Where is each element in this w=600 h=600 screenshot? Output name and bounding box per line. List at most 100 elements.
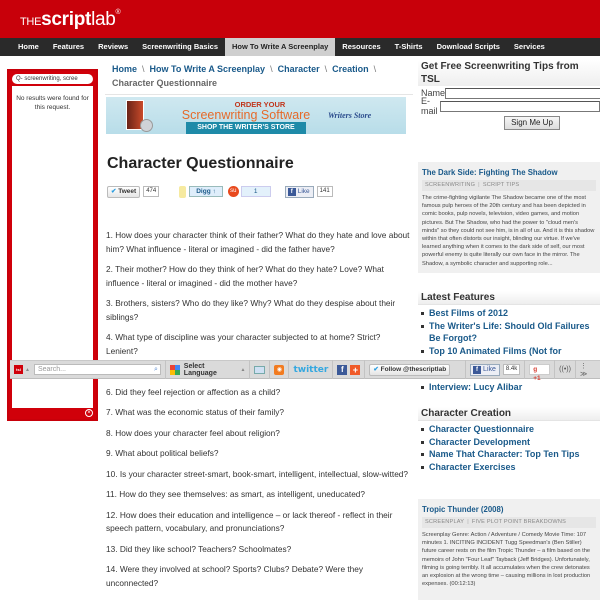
card-excerpt: Screenplay Genre: Action / Adventure / C…: [422, 532, 591, 588]
tsl-logo-icon: tsl: [14, 365, 23, 374]
latest-feature-link[interactable]: The Writer's Life: Should Old Failures B…: [418, 320, 600, 345]
rss-button[interactable]: ◉: [270, 360, 290, 379]
email-field[interactable]: [440, 100, 600, 112]
page-title: Character Questionnaire: [107, 155, 294, 172]
latest-features-heading: Latest Features: [418, 291, 600, 305]
facebook-icon: f: [337, 364, 348, 375]
breadcrumb-home[interactable]: Home: [112, 64, 137, 74]
stumbleupon-count: 1: [240, 186, 271, 197]
no-results-message: No results were found for this request.: [16, 95, 89, 111]
broadcast-button[interactable]: ((•)): [555, 360, 576, 379]
digg-button[interactable]: Digg ↑: [189, 186, 223, 197]
character-creation-link[interactable]: Character Questionnaire: [418, 423, 600, 436]
tag-separator: |: [478, 182, 480, 188]
logo-script: script: [41, 9, 92, 30]
facebook-like-button[interactable]: f Like: [470, 363, 500, 376]
language-selector[interactable]: Select Language ▲: [166, 360, 251, 379]
writers-store-banner[interactable]: ORDER YOUR Screenwriting Software SHOP T…: [106, 97, 406, 134]
widget-search-input[interactable]: Q- screenwriting, scree: [12, 74, 93, 84]
question: 9. What about political beliefs?: [106, 448, 219, 458]
featured-breakdown-card: Tropic Thunder (2008) SCREENPLAY | FIVE PL…: [418, 499, 600, 600]
search-placeholder: Search...: [37, 366, 66, 373]
toolbar-search-input[interactable]: Search... ⌕: [33, 364, 161, 375]
digg-tab-icon: [179, 185, 187, 198]
breadcrumb-separator: \: [270, 64, 273, 74]
nav-download-scripts[interactable]: Download Scripts: [430, 38, 507, 56]
close-icon[interactable]: ×: [85, 409, 93, 417]
follow-label: Follow @thescriptlab: [380, 365, 447, 373]
breadcrumb-how-to-write[interactable]: How To Write A Screenplay: [150, 64, 266, 74]
google-plus-icon: g: [533, 366, 538, 373]
card-title[interactable]: The Dark Side: Fighting The Shadow: [422, 167, 596, 178]
sign-me-up-button[interactable]: Sign Me Up: [504, 116, 560, 130]
shop-store-button[interactable]: SHOP THE WRITER'S STORE: [186, 122, 306, 134]
latest-feature-link[interactable]: Top 10 Animated Films (Not for: [418, 345, 600, 358]
breadcrumb-character[interactable]: Character: [278, 64, 320, 74]
character-creation-link[interactable]: Character Exercises: [418, 461, 600, 474]
rss-icon: ◉: [274, 364, 285, 375]
card-tags: SCREENWRITING | SCRIPT TIPS: [422, 180, 596, 191]
tweet-count: 474: [143, 186, 160, 197]
google-plus-button[interactable]: g +1: [529, 364, 551, 382]
email-button[interactable]: [250, 360, 271, 379]
follow-button[interactable]: ✔ Follow @thescriptlab: [369, 363, 451, 376]
facebook-like-button[interactable]: f Like: [284, 185, 314, 198]
nav-home[interactable]: Home: [11, 38, 46, 56]
nav-reviews[interactable]: Reviews: [91, 38, 135, 56]
question: 11. How do they see themselves: as smart…: [106, 489, 366, 499]
facebook-icon: f: [473, 365, 482, 374]
nav-screenwriting-basics[interactable]: Screenwriting Basics: [135, 38, 225, 56]
gplus-segment: g +1: [525, 360, 556, 382]
nav-tshirts[interactable]: T-Shirts: [388, 38, 430, 56]
logo-the: THE: [20, 16, 42, 28]
breadcrumb-creation[interactable]: Creation: [332, 64, 369, 74]
question: 6. Did they feel rejection or affection …: [106, 386, 281, 397]
tag-separator: |: [467, 519, 469, 525]
question: 10. Is your character street-smart, book…: [106, 468, 409, 479]
twitter-bird-icon: ✔: [111, 187, 117, 195]
card-title[interactable]: Tropic Thunder (2008): [422, 504, 596, 515]
latest-feature-link[interactable]: Best Films of 2012: [418, 307, 600, 320]
question: 14. Were they involved at school? Sports…: [106, 564, 364, 588]
like-count: 8.4k: [502, 364, 521, 375]
stumbleupon-icon[interactable]: su: [227, 186, 239, 197]
character-creation-link[interactable]: Name That Character: Top Ten Tips: [418, 448, 600, 461]
card-tags: SCREENPLAY | FIVE PLOT POINT BREAKDOWNS: [422, 517, 596, 528]
tag-link[interactable]: SCREENWRITING: [425, 182, 475, 188]
tag-link[interactable]: SCRIPT TIPS: [483, 182, 520, 188]
tweet-button[interactable]: ✔ Tweet: [107, 185, 141, 198]
nav-services[interactable]: Services: [507, 38, 552, 56]
question: 8. How does your character feel about re…: [106, 427, 280, 438]
share-plus-icon[interactable]: +: [350, 364, 361, 375]
email-label: E-mail: [421, 96, 438, 116]
nav-resources[interactable]: Resources: [335, 38, 387, 56]
latest-feature-link[interactable]: Interview: Lucy Alibar: [418, 381, 600, 394]
facebook-share-button[interactable]: f +: [333, 360, 366, 379]
nav-features[interactable]: Features: [46, 38, 91, 56]
card-excerpt: The crime-fighting vigilante The Shadow …: [422, 195, 595, 267]
site-logo[interactable]: THEscriptlab®: [20, 9, 121, 31]
gplus-label: +1: [533, 375, 541, 382]
tag-link[interactable]: FIVE PLOT POINT BREAKDOWNS: [472, 519, 566, 525]
name-field[interactable]: [445, 87, 600, 99]
widget-search-value: screenwriting, scree: [24, 76, 78, 82]
breadcrumb-separator: \: [142, 64, 145, 74]
search-icon[interactable]: ⌕: [154, 365, 158, 374]
question: 13. Did they like school? Teachers? Scho…: [106, 543, 292, 554]
question: 1. How does your character think of thei…: [106, 230, 410, 254]
caret-up-icon: ▲: [25, 366, 30, 373]
site-header: THEscriptlab®: [0, 0, 600, 38]
questionnaire-list: 1. How does your character think of thei…: [106, 229, 411, 597]
character-creation-link[interactable]: Character Development: [418, 436, 600, 449]
tag-link[interactable]: SCREENPLAY: [425, 519, 464, 525]
tweet-label: Tweet: [118, 187, 137, 195]
more-button[interactable]: ⋮ ≫: [576, 360, 600, 379]
share-bar: ✔ Tweet 474 Digg ↑ su 1 f Like 141: [107, 185, 333, 198]
twitter-bird-icon: ✔: [373, 365, 379, 373]
toolbar-logo-segment[interactable]: tsl ▲ Search... ⌕: [10, 360, 166, 379]
google-translate-icon: [169, 364, 180, 375]
twitter-button[interactable]: twitter: [289, 360, 334, 379]
floating-share-toolbar: tsl ▲ Search... ⌕ Select Language ▲ ◉ tw…: [10, 360, 600, 382]
nav-how-to-write[interactable]: How To Write A Screenplay: [225, 38, 336, 56]
like-count: 141: [316, 186, 333, 197]
